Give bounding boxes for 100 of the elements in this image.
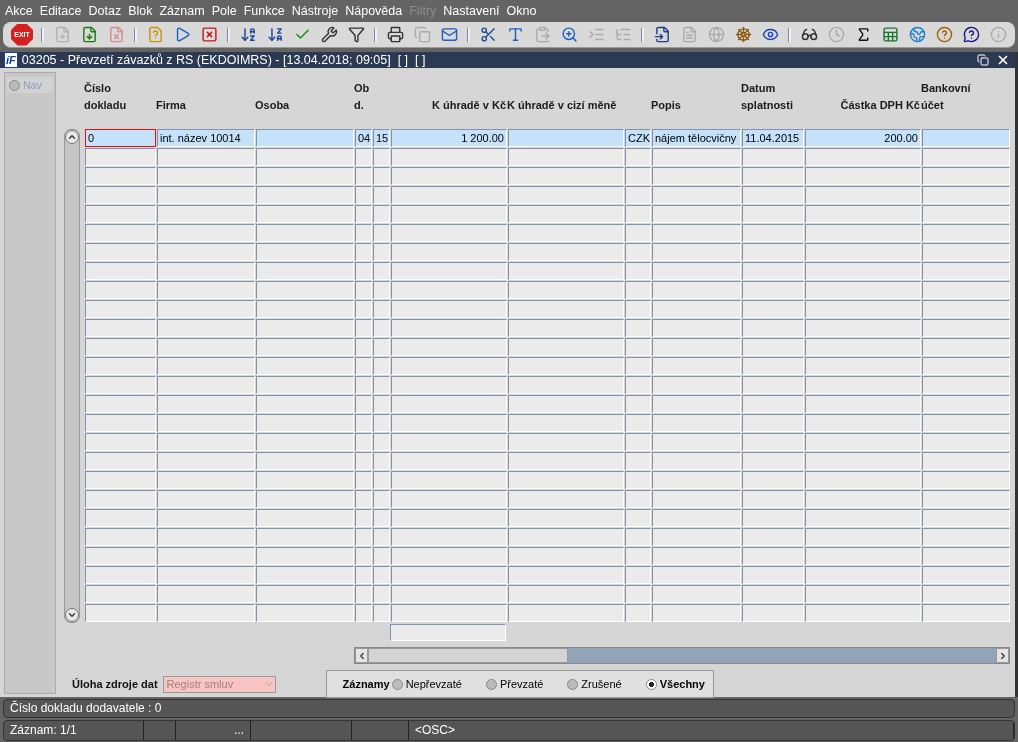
- table-cell[interactable]: [391, 205, 507, 223]
- table-cell[interactable]: [391, 243, 507, 261]
- table-cell[interactable]: [256, 300, 354, 318]
- table-cell[interactable]: [391, 490, 507, 508]
- radio-option[interactable]: Všechny: [645, 678, 705, 690]
- table-cell[interactable]: [508, 433, 624, 451]
- table-cell[interactable]: [256, 224, 354, 242]
- table-cell[interactable]: [652, 148, 741, 166]
- table-cell[interactable]: [391, 433, 507, 451]
- table-cell[interactable]: [373, 509, 390, 527]
- table-cell[interactable]: [373, 186, 390, 204]
- table-cell[interactable]: [922, 471, 1010, 489]
- table-cell[interactable]: [508, 224, 624, 242]
- table-cell[interactable]: [373, 471, 390, 489]
- table-cell[interactable]: [508, 319, 624, 337]
- table-cell[interactable]: [157, 376, 255, 394]
- table-cell[interactable]: [85, 566, 156, 584]
- table-cell[interactable]: [391, 281, 507, 299]
- table-cell[interactable]: [805, 338, 921, 356]
- table-cell[interactable]: [157, 547, 255, 565]
- table-cell[interactable]: [355, 281, 372, 299]
- wrench-icon[interactable]: [319, 24, 339, 45]
- filter-icon[interactable]: [346, 24, 366, 45]
- query-cancel-icon[interactable]: [199, 24, 219, 45]
- table-cell[interactable]: [742, 186, 804, 204]
- table-cell[interactable]: [355, 509, 372, 527]
- radio-option[interactable]: Zrušené: [567, 678, 622, 690]
- table-cell[interactable]: [85, 319, 156, 337]
- table-cell[interactable]: [355, 262, 372, 280]
- table-cell[interactable]: [652, 547, 741, 565]
- table-cell[interactable]: [355, 319, 372, 337]
- table-cell[interactable]: [652, 414, 741, 432]
- table-cell[interactable]: [85, 357, 156, 375]
- table-cell[interactable]: [625, 376, 651, 394]
- table-cell[interactable]: [85, 585, 156, 603]
- table-cell[interactable]: [85, 243, 156, 261]
- table-cell[interactable]: [922, 243, 1010, 261]
- table-cell[interactable]: [256, 604, 354, 622]
- table-cell[interactable]: [805, 262, 921, 280]
- menu-item[interactable]: Nápověda: [345, 4, 403, 18]
- table-cell[interactable]: [157, 414, 255, 432]
- table-cell[interactable]: [157, 300, 255, 318]
- table-cell[interactable]: [157, 509, 255, 527]
- table-cell[interactable]: [157, 452, 255, 470]
- table-cell[interactable]: [85, 186, 156, 204]
- table-cell[interactable]: [256, 148, 354, 166]
- table-cell[interactable]: [742, 452, 804, 470]
- table-cell[interactable]: [157, 357, 255, 375]
- table-cell[interactable]: [805, 585, 921, 603]
- table-cell[interactable]: [742, 395, 804, 413]
- table-cell[interactable]: 200.00: [805, 129, 921, 147]
- table-cell[interactable]: [652, 357, 741, 375]
- table-cell[interactable]: [256, 395, 354, 413]
- table-cell[interactable]: [625, 604, 651, 622]
- table-cell[interactable]: [652, 585, 741, 603]
- table-cell[interactable]: [391, 262, 507, 280]
- table-cell[interactable]: [85, 300, 156, 318]
- table-cell[interactable]: [355, 566, 372, 584]
- table-cell[interactable]: [85, 471, 156, 489]
- menu-item[interactable]: Nástroje: [291, 4, 339, 18]
- table-cell[interactable]: [85, 395, 156, 413]
- table-cell[interactable]: [922, 167, 1010, 185]
- browser-icon[interactable]: [907, 24, 927, 45]
- table-cell[interactable]: [805, 452, 921, 470]
- menu-item[interactable]: Dotaz: [88, 4, 122, 18]
- table-cell[interactable]: [508, 471, 624, 489]
- table-cell[interactable]: [742, 262, 804, 280]
- table-cell[interactable]: [256, 490, 354, 508]
- table-cell[interactable]: [508, 452, 624, 470]
- table-cell[interactable]: [256, 281, 354, 299]
- table-cell[interactable]: [85, 547, 156, 565]
- menu-item[interactable]: Blok: [128, 4, 153, 18]
- table-cell[interactable]: [373, 357, 390, 375]
- table-cell[interactable]: [85, 167, 156, 185]
- table-cell[interactable]: [742, 433, 804, 451]
- table-cell[interactable]: [805, 167, 921, 185]
- print-icon[interactable]: [385, 24, 405, 45]
- table-cell[interactable]: CZK: [625, 129, 651, 147]
- table-cell[interactable]: [922, 205, 1010, 223]
- table-cell[interactable]: [922, 585, 1010, 603]
- help-multi-icon[interactable]: [934, 24, 954, 45]
- table-cell[interactable]: [805, 205, 921, 223]
- sum-field[interactable]: [390, 624, 506, 641]
- vertical-scrollbar[interactable]: [64, 129, 80, 623]
- table-cell[interactable]: [805, 471, 921, 489]
- table-cell[interactable]: [922, 319, 1010, 337]
- table-cell[interactable]: [355, 357, 372, 375]
- table-cell[interactable]: [85, 338, 156, 356]
- table-cell[interactable]: [508, 167, 624, 185]
- table-cell[interactable]: [805, 433, 921, 451]
- table-cell[interactable]: [256, 205, 354, 223]
- table-cell[interactable]: [391, 376, 507, 394]
- table-cell[interactable]: [625, 148, 651, 166]
- table-cell[interactable]: [805, 300, 921, 318]
- table-cell[interactable]: [625, 395, 651, 413]
- table-cell[interactable]: [157, 243, 255, 261]
- table-cell[interactable]: [742, 509, 804, 527]
- table-cell[interactable]: [625, 167, 651, 185]
- table-cell[interactable]: [157, 224, 255, 242]
- table-cell[interactable]: [625, 528, 651, 546]
